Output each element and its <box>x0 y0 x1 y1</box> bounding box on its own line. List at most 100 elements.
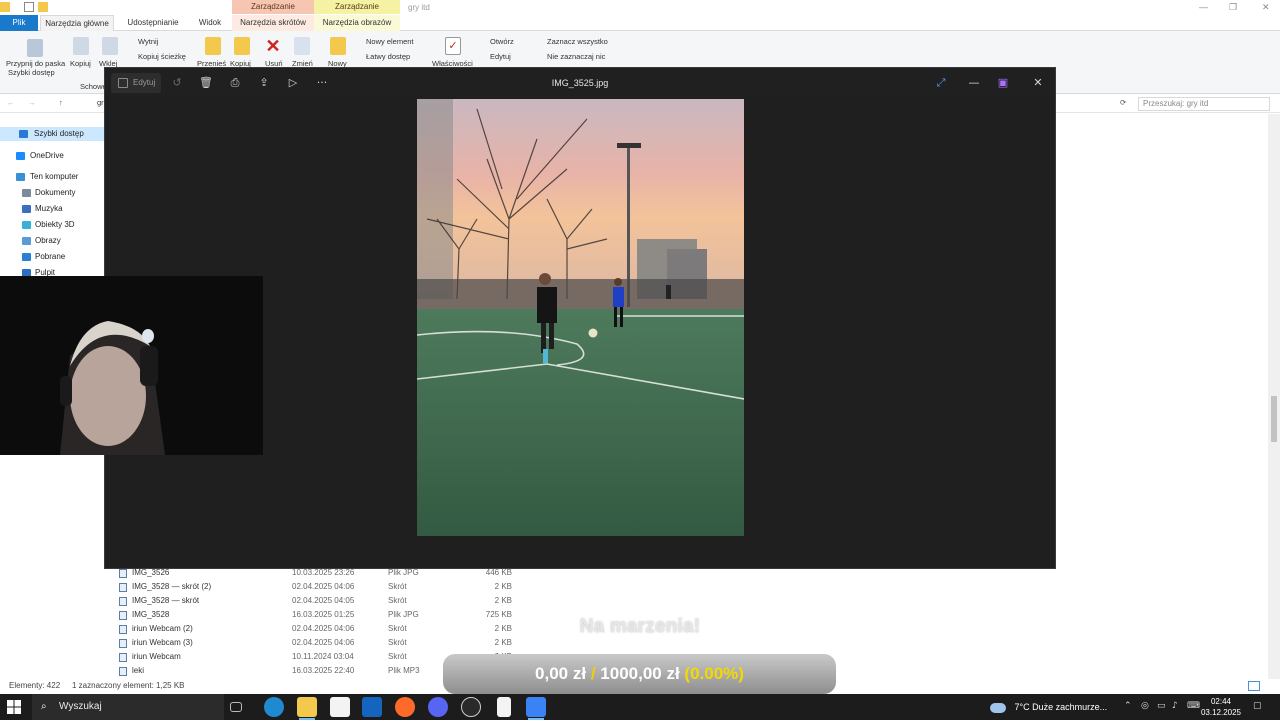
tab-share[interactable]: Udostępnianie <box>120 15 186 31</box>
delete-icon[interactable]: 🗑 <box>198 75 214 91</box>
folder-icon[interactable] <box>38 2 48 12</box>
maximize-icon[interactable]: ▣ <box>995 75 1011 91</box>
edge-icon[interactable] <box>264 697 284 717</box>
refresh-icon[interactable]: ⟳ <box>1120 98 1126 107</box>
nav-item-onedrive[interactable]: OneDrive <box>0 149 106 163</box>
mail-icon[interactable] <box>362 697 382 717</box>
select-none-label[interactable]: Nie zaznaczaj nic <box>547 52 605 61</box>
file-row[interactable]: IMG_3528 — skrót (2) 02.04.2025 04:06 Skró… <box>106 580 526 594</box>
nav-item-quick-access[interactable]: Szybki dostęp <box>0 127 106 141</box>
tab-view[interactable]: Widok <box>190 15 230 31</box>
nav-item-this-pc[interactable]: Ten komputer <box>0 170 106 184</box>
back-icon[interactable]: ← <box>7 98 15 107</box>
minimize-icon[interactable]: — <box>966 75 982 91</box>
notifications-icon[interactable]: ▢ <box>1253 701 1262 711</box>
delete-icon[interactable]: ✕ <box>265 37 281 55</box>
vertical-scrollbar[interactable] <box>1268 114 1280 679</box>
properties-label: Właściwości <box>432 59 473 68</box>
file-date: 02.04.2025 04:05 <box>292 596 355 605</box>
new-element-label[interactable]: Nowy element <box>366 37 414 46</box>
file-size: 2 KB <box>494 624 512 633</box>
up-icon[interactable]: ↑ <box>59 98 63 107</box>
new-folder-icon[interactable] <box>330 37 346 55</box>
file-name: iriun Webcam (3) <box>132 638 193 647</box>
file-explorer-icon[interactable] <box>297 697 317 720</box>
goal-target-amount: 1000,00 zł <box>600 664 680 683</box>
properties-icon[interactable]: ✓ <box>445 37 461 55</box>
minimize-icon[interactable]: — <box>1199 2 1208 12</box>
photos-icon[interactable] <box>526 697 546 720</box>
file-row[interactable]: IMG_3528 16.03.2025 01:25 Plik JPG 725 KB <box>106 608 526 622</box>
pin-icon[interactable] <box>27 39 43 57</box>
print-icon[interactable]: ⎙ <box>227 75 243 91</box>
nav-item-downloads[interactable]: Pobrane <box>0 250 106 264</box>
webcam-overlay <box>0 276 263 455</box>
pictures-icon <box>22 237 31 245</box>
enhance-icon[interactable]: ⤢ <box>933 75 949 91</box>
tab-home[interactable]: Narzędzia główne <box>40 15 114 31</box>
file-row[interactable]: iriun Webcam (2) 02.04.2025 04:06 Skrót 2 K… <box>106 622 526 636</box>
notepad-icon[interactable] <box>497 697 511 717</box>
cut-label[interactable]: Wytnij <box>138 37 158 46</box>
battery-icon[interactable]: ▭ <box>1157 701 1166 711</box>
new-label: Nowy <box>328 59 347 68</box>
computer-icon <box>16 173 25 181</box>
file-icon <box>119 625 127 634</box>
rotate-icon[interactable]: ↺ <box>169 75 185 91</box>
tab-shortcut-tools[interactable]: Narzędzia skrótów <box>232 15 314 31</box>
slideshow-icon[interactable]: ▷ <box>285 75 301 91</box>
firefox-icon[interactable] <box>395 697 415 717</box>
maximize-icon[interactable]: ❐ <box>1229 2 1237 13</box>
nav-item-music[interactable]: Muzyka <box>0 202 106 216</box>
clock[interactable]: 02:44 03.12.2025 <box>1195 696 1247 718</box>
more-icon[interactable]: ··· <box>314 75 330 91</box>
copy-path-label[interactable]: Kopiuj ścieżkę <box>138 52 186 61</box>
tab-picture-tools[interactable]: Narzędzia obrazów <box>314 15 400 31</box>
discord-icon[interactable] <box>428 697 448 717</box>
share-icon[interactable]: ⇪ <box>256 75 272 91</box>
task-view-icon[interactable] <box>230 702 242 712</box>
nav-item-documents[interactable]: Dokumenty <box>0 186 106 200</box>
windows-start-icon[interactable] <box>6 699 22 715</box>
paste-label: Wklej <box>99 59 118 68</box>
file-row[interactable]: IMG_3526 10.03.2025 23:26 Plik JPG 446 KB <box>106 566 526 580</box>
tab-file[interactable]: Plik <box>0 15 38 31</box>
open-label[interactable]: Otwórz <box>490 37 514 46</box>
file-type: Skrót <box>388 652 407 661</box>
taskbar-search[interactable]: ⌕ Wyszukaj <box>32 694 224 720</box>
obs-icon[interactable] <box>461 697 481 717</box>
copy-to-icon[interactable] <box>234 37 250 55</box>
weather-widget[interactable]: 7°C Duże zachmurze... <box>990 694 1107 720</box>
store-icon[interactable] <box>330 697 350 717</box>
select-all-label[interactable]: Zaznacz wszystko <box>547 37 608 46</box>
file-row[interactable]: iriun Webcam (3) 02.04.2025 04:06 Skrót 2 K… <box>106 636 526 650</box>
forward-icon[interactable]: → <box>28 98 36 107</box>
file-name: iriun Webcam (2) <box>132 624 193 633</box>
viewer-toolbar: Edytuj ↺ 🗑 ⎙ ⇪ ▷ ··· IMG_3525.jpg ⤢ — ▣ … <box>105 68 1055 98</box>
volume-icon[interactable]: ♪ <box>1172 701 1178 711</box>
move-to-icon[interactable] <box>205 37 221 55</box>
pin-label-2: Szybki dostęp <box>8 68 55 77</box>
edit-label[interactable]: Edytuj <box>490 52 511 61</box>
rename-icon[interactable] <box>294 37 310 55</box>
scrollbar-thumb[interactable] <box>1271 396 1277 442</box>
search-input[interactable]: Przeszukaj: gry itd <box>1138 97 1270 111</box>
close-icon[interactable]: ✕ <box>1262 2 1270 13</box>
paste-icon[interactable] <box>102 37 118 55</box>
edit-button[interactable]: Edytuj <box>111 73 161 93</box>
details-view-icon[interactable] <box>1248 681 1260 691</box>
nav-item-pictures[interactable]: Obrazy <box>0 234 106 248</box>
copy-icon[interactable] <box>73 37 89 55</box>
file-row[interactable]: IMG_3528 — skrót 02.04.2025 04:05 Skrót 2 K… <box>106 594 526 608</box>
music-icon <box>22 205 31 213</box>
save-icon[interactable] <box>24 2 34 12</box>
file-date: 02.04.2025 04:06 <box>292 638 355 647</box>
file-date: 10.03.2025 23:26 <box>292 568 355 577</box>
network-icon[interactable]: ◎ <box>1141 701 1149 711</box>
close-icon[interactable]: ✕ <box>1030 75 1046 91</box>
easy-access-label[interactable]: Łatwy dostęp <box>366 52 410 61</box>
chevron-up-icon[interactable]: ⌃ <box>1124 701 1132 711</box>
taskbar-search-label: Wyszukaj <box>59 701 102 712</box>
file-name: IMG_3528 — skrót (2) <box>132 582 212 591</box>
nav-item-3d-objects[interactable]: Obiekty 3D <box>0 218 106 232</box>
